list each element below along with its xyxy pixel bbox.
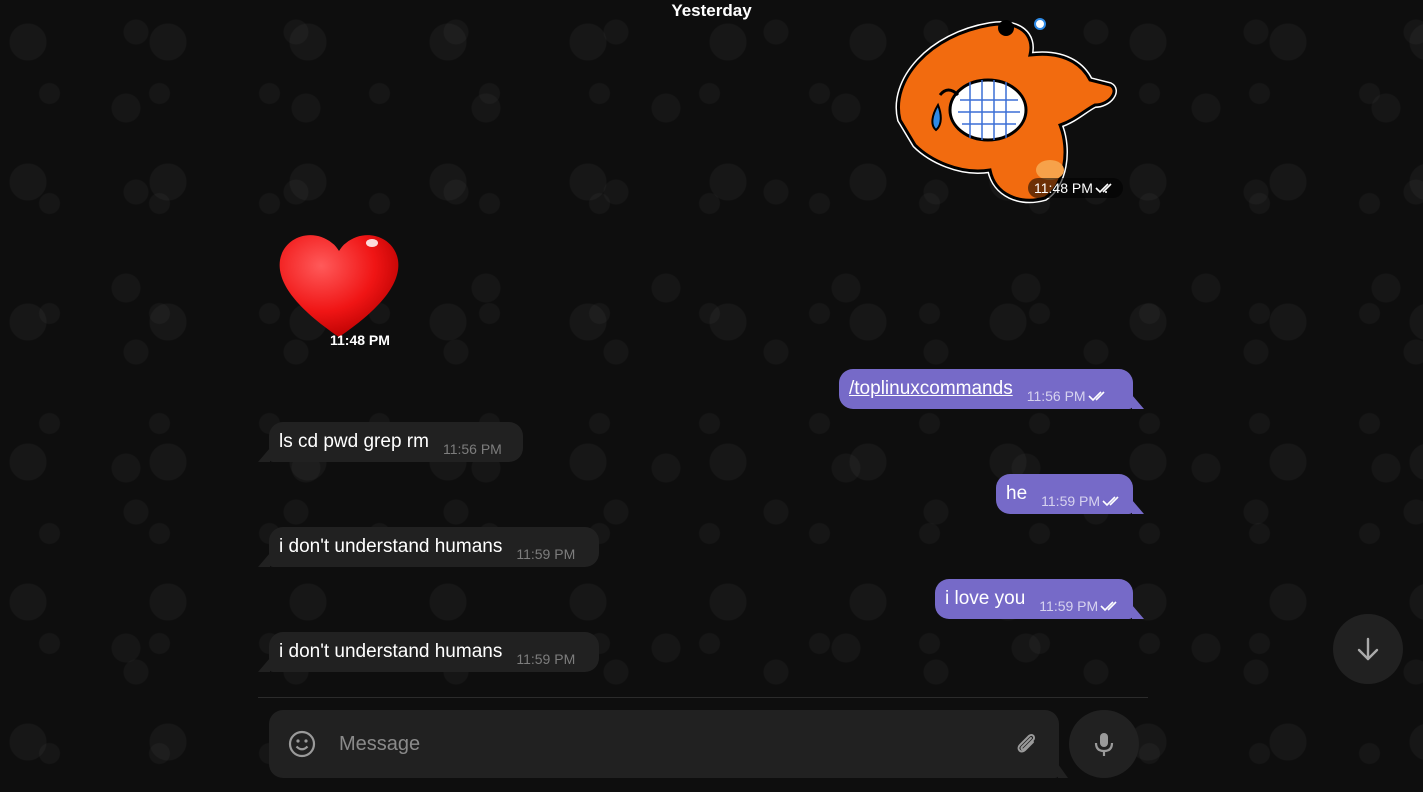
paperclip-icon[interactable] (1011, 729, 1041, 759)
double-check-icon (1102, 496, 1119, 507)
message-text: ls cd pwd grep rm (279, 431, 429, 452)
scroll-down-button[interactable] (1333, 614, 1403, 684)
bubble-tail (258, 448, 270, 462)
message-timestamp: 11:56 PM (442, 441, 502, 457)
command-link[interactable]: /toplinuxcommands (849, 378, 1013, 400)
message-timestamp: 11:59 PM (516, 651, 576, 667)
message-text: i don't understand humans (279, 536, 503, 557)
date-separator: Yesterday (671, 1, 752, 20)
message-composer (269, 710, 1059, 778)
incoming-message[interactable]: i don't understand humans 11:59 PM (269, 527, 599, 567)
microphone-button[interactable] (1069, 710, 1139, 778)
message-input[interactable] (337, 731, 1011, 757)
message-timestamp: 11:59 PM (516, 546, 576, 562)
sticker-time-text: 11:48 PM (1034, 180, 1093, 196)
smiley-icon[interactable] (287, 729, 317, 759)
microphone-icon (1094, 733, 1114, 756)
message-text: he (1006, 483, 1028, 504)
message-timestamp: 11:59 PM (1041, 493, 1124, 509)
message-time-text: 11:59 PM (1041, 493, 1101, 509)
sticker-time-text: 11:48 PM (330, 332, 390, 348)
message-text: i don't understand humans (279, 641, 503, 662)
sticker-timestamp: 11:48 PM (1028, 178, 1123, 198)
arrow-down-icon (1357, 637, 1379, 661)
message-text: i love you (945, 588, 1026, 609)
incoming-message[interactable]: ls cd pwd grep rm 11:56 PM (269, 422, 523, 462)
double-check-icon (1095, 183, 1112, 194)
composer-tail (1058, 764, 1068, 778)
outgoing-message[interactable]: i love you 11:59 PM (935, 579, 1133, 619)
composer-divider (258, 697, 1148, 698)
double-check-icon (1088, 391, 1105, 402)
sticker-timestamp: 11:48 PM (324, 330, 396, 350)
message-time-text: 11:59 PM (1039, 598, 1099, 614)
double-check-icon (1100, 601, 1117, 612)
outgoing-message[interactable]: /toplinuxcommands 11:56 PM (839, 369, 1133, 409)
bubble-tail (1132, 395, 1144, 409)
bubble-tail (1132, 500, 1144, 514)
bubble-tail (1132, 605, 1144, 619)
message-timestamp: 11:59 PM (1039, 598, 1122, 614)
message-timestamp: 11:56 PM (1027, 388, 1110, 404)
incoming-message[interactable]: i don't understand humans 11:59 PM (269, 632, 599, 672)
chat-area: Yesterday 11:48 PM 11:48 PM /toplinuxcom… (0, 0, 1423, 792)
red-heart-emoji[interactable]: 11:48 PM (272, 225, 407, 350)
laughing-crying-fox-sticker[interactable]: 11:48 PM (870, 10, 1130, 210)
outgoing-message[interactable]: he 11:59 PM (996, 474, 1133, 514)
message-time-text: 11:56 PM (1026, 388, 1086, 404)
